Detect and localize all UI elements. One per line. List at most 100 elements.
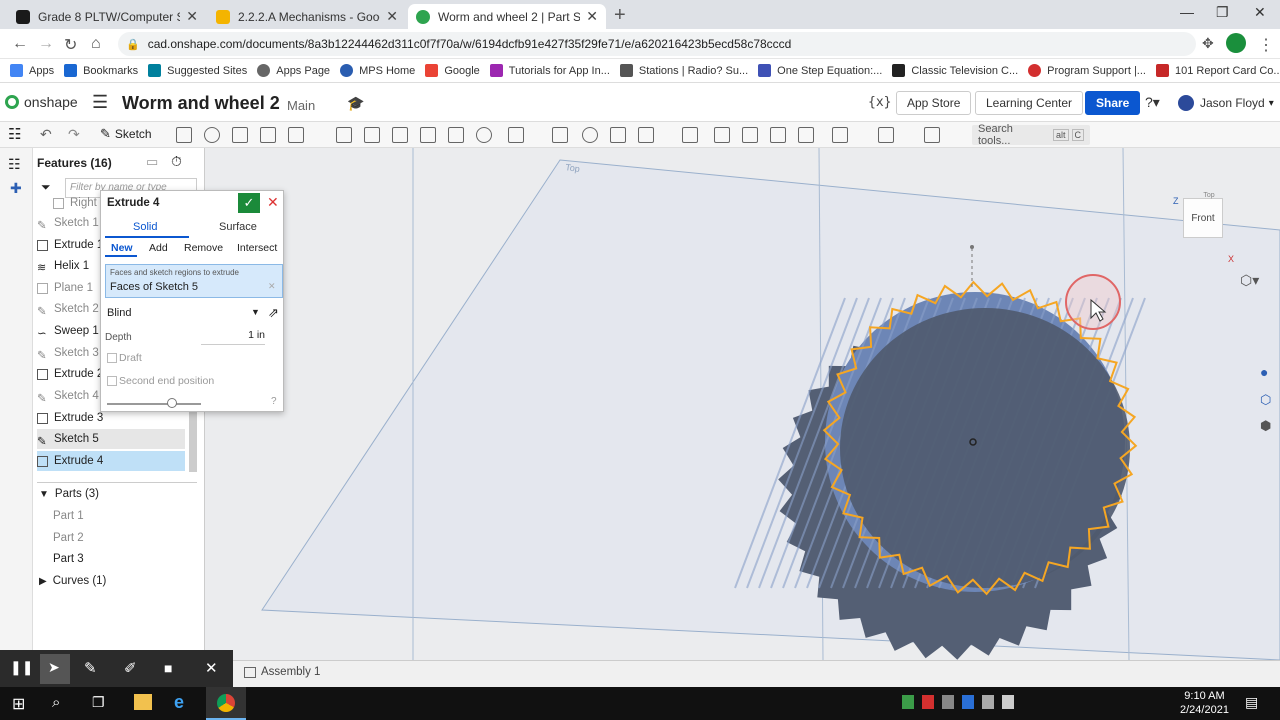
feature-item-sketch-5[interactable]: ✎ Sketch 5 — [37, 429, 185, 449]
browser-tab-onshape[interactable]: Worm and wheel 2 | Part Studio 1 ✕ — [408, 4, 606, 29]
feature-tree-icon[interactable]: ☷ — [8, 156, 21, 173]
cancel-close-icon[interactable]: ✕ — [267, 194, 279, 211]
undo-icon[interactable]: ↶ — [40, 126, 52, 143]
branch-label[interactable]: Main — [287, 98, 315, 113]
clear-selection-icon[interactable]: ✕ — [268, 281, 276, 292]
sweep-tool-icon[interactable] — [232, 127, 248, 143]
hole-tool-icon[interactable] — [476, 127, 492, 143]
chamfer-tool-icon[interactable] — [364, 127, 380, 143]
view-cube-top[interactable]: Top — [1189, 192, 1229, 202]
chrome-menu-icon[interactable]: ⋮ — [1258, 35, 1274, 55]
model-canvas[interactable]: Top — [205, 148, 1280, 660]
filter-icon[interactable]: ⏷ — [41, 180, 51, 195]
pause-icon[interactable]: ❚❚ — [10, 659, 33, 676]
windows-start-icon[interactable]: ⊞ — [12, 694, 25, 714]
pointer-tool[interactable]: ➤ — [40, 654, 70, 684]
bookmark-apps[interactable]: Apps — [10, 64, 54, 77]
view-cube[interactable]: Front Top Z X — [1165, 168, 1235, 264]
bookmark-stations[interactable]: Stations | Radio? Su... — [619, 64, 748, 77]
op-new[interactable]: New — [111, 242, 133, 254]
window-close-icon[interactable]: ✕ — [1254, 4, 1266, 21]
tray-app-icon[interactable] — [902, 695, 914, 709]
bookmark-classic-tv[interactable]: Classic Television C... — [892, 64, 1018, 77]
op-intersect[interactable]: Intersect — [237, 242, 277, 254]
maximize-icon[interactable]: ❐ — [1216, 4, 1229, 21]
second-end-checkbox[interactable] — [107, 376, 117, 386]
redo-icon[interactable]: ↷ — [68, 126, 80, 143]
extensions-icon[interactable]: ✥ — [1202, 35, 1214, 52]
user-menu[interactable]: Jason Floyd ▾ — [1178, 95, 1274, 111]
home-icon[interactable]: ⌂ — [91, 35, 101, 53]
transform-tool-icon[interactable] — [638, 127, 654, 143]
manipulator-dot[interactable] — [970, 245, 974, 249]
forward-icon[interactable]: → — [38, 35, 54, 53]
bookmark-program-support[interactable]: Program Support |... — [1028, 64, 1146, 77]
tray-network-icon[interactable] — [982, 695, 994, 709]
op-remove[interactable]: Remove — [184, 242, 223, 254]
search-tools-input[interactable]: Search tools... alt C — [972, 123, 1090, 147]
flip-direction-icon[interactable]: ⇗ — [268, 305, 279, 321]
modify-fillet-icon[interactable] — [714, 127, 730, 143]
replace-face-icon[interactable] — [798, 127, 814, 143]
omnibox[interactable]: 🔒 cad.onshape.com/documents/8a3b12244462… — [118, 32, 1196, 56]
notifications-icon[interactable]: ▤ — [1245, 694, 1258, 711]
app-store-button[interactable]: App Store — [896, 91, 972, 115]
faces-selection-field[interactable]: Faces and sketch regions to extrude Face… — [105, 264, 283, 298]
bookmark-equation[interactable]: One Step Equation:... — [758, 64, 882, 77]
part-item-2[interactable]: Part 2 — [53, 528, 201, 548]
feature-list-icon[interactable]: ☷ — [8, 125, 21, 143]
mirror-tool-icon[interactable] — [552, 127, 568, 143]
close-tab-icon[interactable]: ✕ — [186, 8, 198, 25]
edge-icon[interactable]: e — [174, 692, 184, 713]
extrude-tool-icon[interactable] — [176, 127, 192, 143]
close-tab-icon[interactable]: ✕ — [386, 8, 398, 25]
appearance-icon[interactable]: ● — [1260, 364, 1268, 380]
tray-security-icon[interactable] — [942, 695, 954, 709]
share-button[interactable]: Share — [1085, 91, 1141, 115]
op-add[interactable]: Add — [149, 242, 168, 254]
parts-header[interactable]: ▼ Parts (3) — [37, 484, 185, 504]
close-tab-icon[interactable]: ✕ — [586, 8, 598, 25]
top-plane[interactable] — [261, 159, 1280, 660]
highlighter-icon[interactable]: ✐ — [124, 659, 137, 677]
tray-bluetooth-icon[interactable] — [962, 695, 974, 709]
back-icon[interactable]: ← — [12, 35, 28, 53]
thicken-tool-icon[interactable] — [288, 127, 304, 143]
learning-center-button[interactable]: Learning Center — [975, 91, 1084, 115]
draft-tool-icon[interactable] — [392, 127, 408, 143]
move-face-icon[interactable] — [770, 127, 786, 143]
browser-tab-slides[interactable]: 2.2.2.A Mechanisms - Google Sli ✕ — [208, 4, 406, 29]
section-view-icon[interactable]: ⬢ — [1260, 418, 1271, 434]
help-icon[interactable]: ? — [271, 396, 277, 407]
onshape-logo[interactable]: onshape — [5, 94, 78, 110]
profile-avatar[interactable] — [1226, 33, 1246, 53]
feature-item-extrude-4[interactable]: Extrude 4 — [37, 451, 185, 471]
assembly-tab[interactable]: Assembly 1 — [244, 666, 320, 678]
slider-track[interactable] — [107, 403, 201, 405]
rib-tool-icon[interactable] — [420, 127, 436, 143]
bookmark-apps-page[interactable]: Apps Page — [257, 64, 330, 77]
bookmark-bookmarks[interactable]: Bookmarks — [64, 64, 138, 77]
delete-face-icon[interactable] — [742, 127, 758, 143]
file-explorer-icon[interactable] — [134, 694, 152, 710]
shell-tool-icon[interactable] — [448, 127, 464, 143]
part-item-3[interactable]: Part 3 — [53, 549, 201, 569]
feature-list-scrollbar[interactable] — [189, 412, 197, 472]
mate-connector-icon[interactable] — [878, 127, 894, 143]
bookmark-report-card[interactable]: 101 Report Card Co... — [1155, 64, 1280, 77]
close-recorder-icon[interactable]: ✕ — [205, 659, 218, 677]
browser-tab-pltw[interactable]: Grade 8 PLTW/Computer Science ✕ — [8, 4, 206, 29]
graphics-viewport[interactable]: Top Front Top Z X ⬡▾ ● ⬡ ⬢ — [205, 148, 1280, 660]
variable-icon[interactable]: {x} — [868, 95, 891, 110]
tray-volume-icon[interactable] — [1002, 695, 1014, 709]
delete-part-icon[interactable] — [682, 127, 698, 143]
depth-input[interactable]: 1 in — [201, 329, 265, 345]
bookmark-tutorials[interactable]: Tutorials for App In... — [489, 64, 610, 77]
view-cube-front[interactable]: Front — [1183, 198, 1223, 238]
camera-icon[interactable]: ■ — [164, 660, 172, 676]
slider-thumb[interactable] — [167, 398, 177, 408]
plane-tool-icon[interactable] — [832, 127, 848, 143]
bookmark-suggested[interactable]: Suggested Sites — [148, 64, 247, 77]
sketch-button[interactable]: ✎ Sketch — [100, 126, 152, 142]
tab-surface[interactable]: Surface — [219, 221, 257, 233]
